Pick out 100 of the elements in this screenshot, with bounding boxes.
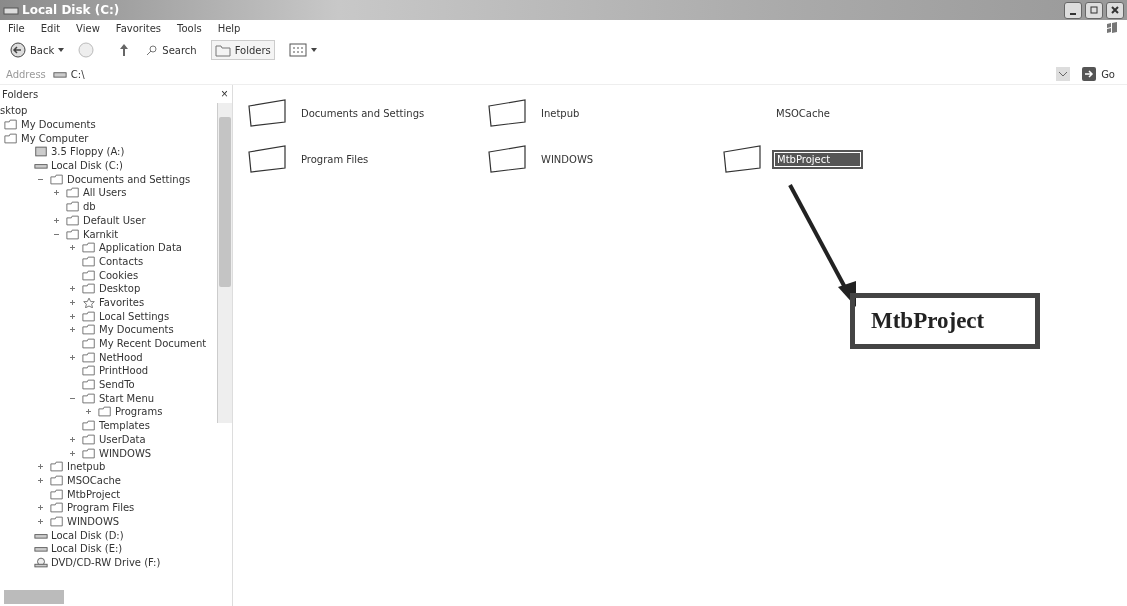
close-pane-button[interactable]: ×	[221, 87, 228, 101]
callout-label: MtbProject	[850, 293, 1040, 349]
folder-icon	[82, 269, 96, 281]
tree-item[interactable]: PrintHood	[99, 365, 149, 377]
folder-icon	[98, 406, 112, 418]
address-label: Address	[6, 68, 46, 80]
caret-icon	[310, 48, 317, 52]
tree-item[interactable]: Local Disk (D:)	[51, 529, 124, 541]
tree-item[interactable]: MtbProject	[67, 488, 121, 500]
expand-icon[interactable]	[68, 352, 77, 362]
tree-item[interactable]: 3.5 Floppy (A:)	[51, 146, 125, 158]
tree-item[interactable]: WINDOWS	[67, 515, 120, 527]
tree-item[interactable]: Inetpub	[67, 461, 106, 473]
back-button[interactable]: Back	[6, 39, 69, 61]
expand-icon[interactable]	[84, 407, 93, 417]
menu-item[interactable]: Edit	[40, 22, 61, 34]
expand-icon[interactable]	[36, 475, 45, 485]
tree-item[interactable]: All Users	[83, 187, 127, 199]
floppy-drive-icon	[34, 146, 48, 158]
cd-drive-icon	[34, 557, 48, 569]
file-name[interactable]: Inetpub	[539, 106, 582, 120]
restore-button[interactable]	[1085, 1, 1103, 19]
scrollbar[interactable]	[217, 103, 232, 423]
tree-item[interactable]: Local Settings	[99, 310, 170, 322]
expand-icon[interactable]	[68, 297, 77, 307]
folder-icon	[66, 228, 80, 240]
tree-item[interactable]: NetHood	[99, 351, 143, 363]
tree-item[interactable]: db	[83, 201, 96, 213]
folder-icon	[82, 447, 96, 459]
go-button[interactable]: Go	[1075, 65, 1121, 83]
tree-item[interactable]: My Documents	[99, 324, 174, 336]
tree-item[interactable]: Local Disk (C:)	[51, 160, 123, 172]
expand-icon[interactable]	[68, 325, 77, 335]
file-name[interactable]: WINDOWS	[539, 152, 596, 166]
tree-item[interactable]: Program Files	[67, 502, 135, 514]
tree-item[interactable]: My Recent Document	[99, 338, 207, 350]
folder-icon	[4, 119, 18, 131]
menu-item[interactable]: Favorites	[115, 22, 161, 34]
expand-icon[interactable]	[68, 243, 77, 253]
tree-item[interactable]: MSOCache	[67, 474, 121, 486]
tree-item[interactable]: Documents and Settings	[67, 173, 191, 185]
minimize-button[interactable]	[1064, 1, 1082, 19]
close-button[interactable]	[1106, 1, 1124, 19]
tree-item[interactable]: sktop	[0, 105, 28, 117]
menu-item[interactable]: View	[76, 22, 100, 34]
tree-item[interactable]: Application Data	[99, 242, 182, 254]
tree-item[interactable]: SendTo	[99, 379, 135, 391]
expand-icon[interactable]	[36, 516, 45, 526]
tree-item[interactable]: Templates	[99, 420, 150, 432]
expand-icon[interactable]	[52, 215, 61, 225]
folder-icon	[50, 488, 64, 500]
tree-item[interactable]: WINDOWS	[99, 447, 152, 459]
folder-icon	[82, 365, 96, 377]
tree-item[interactable]: Cookies	[99, 269, 139, 281]
folder-icon	[50, 502, 64, 514]
search-button[interactable]: Search	[142, 41, 201, 59]
folder-icon	[50, 461, 64, 473]
expand-icon[interactable]	[36, 503, 45, 513]
file-name[interactable]: MSOCache	[774, 106, 832, 120]
expand-icon[interactable]	[52, 188, 61, 198]
scroll-thumb[interactable]	[219, 117, 231, 287]
address-field[interactable]: C:\	[49, 67, 1052, 81]
expand-icon[interactable]	[68, 434, 77, 444]
folder-icon	[82, 379, 96, 391]
views-icon	[288, 43, 307, 57]
folder-icon	[66, 201, 80, 213]
tree-item[interactable]: My Computer	[21, 132, 89, 144]
tree-item[interactable]: Desktop	[99, 283, 141, 295]
file-name[interactable]: Program Files	[299, 152, 371, 166]
drive-icon	[52, 69, 67, 79]
expand-icon[interactable]	[36, 462, 45, 472]
tree-item[interactable]: Start Menu	[99, 392, 155, 404]
folder-icon	[82, 338, 96, 350]
tree-item[interactable]: Contacts	[99, 255, 144, 267]
folder-icon	[66, 214, 80, 226]
folder-icon	[82, 283, 96, 295]
caret-icon	[58, 48, 65, 52]
tree-item[interactable]: Favorites	[99, 296, 145, 308]
search-icon	[146, 44, 159, 56]
file-name[interactable]: Documents and Settings	[299, 106, 427, 120]
tree-item[interactable]: Local Disk (E:)	[51, 543, 123, 555]
tree-item[interactable]: Karnkit	[83, 228, 119, 240]
tree-item[interactable]: DVD/CD-RW Drive (F:)	[51, 557, 161, 569]
folder-icon	[4, 132, 18, 144]
menu-item[interactable]: Tools	[177, 22, 202, 34]
expand-icon[interactable]	[68, 284, 77, 294]
dropdown-icon[interactable]	[1055, 66, 1072, 82]
folders-button[interactable]: Folders	[210, 40, 275, 60]
tree-item[interactable]: My Documents	[21, 119, 96, 131]
menu-item[interactable]: Help	[217, 22, 241, 34]
rename-field[interactable]: MtbProject	[774, 151, 862, 167]
tree-item[interactable]: UserData	[99, 433, 146, 445]
menu-item[interactable]: File	[8, 22, 25, 34]
drive-icon	[3, 4, 19, 16]
expand-icon[interactable]	[68, 448, 77, 458]
folder-icon	[82, 324, 96, 336]
expand-icon[interactable]	[68, 311, 77, 321]
tree-item[interactable]: Programs	[115, 406, 163, 418]
tree-item[interactable]: Default User	[83, 214, 146, 226]
folder-icon	[82, 433, 96, 445]
